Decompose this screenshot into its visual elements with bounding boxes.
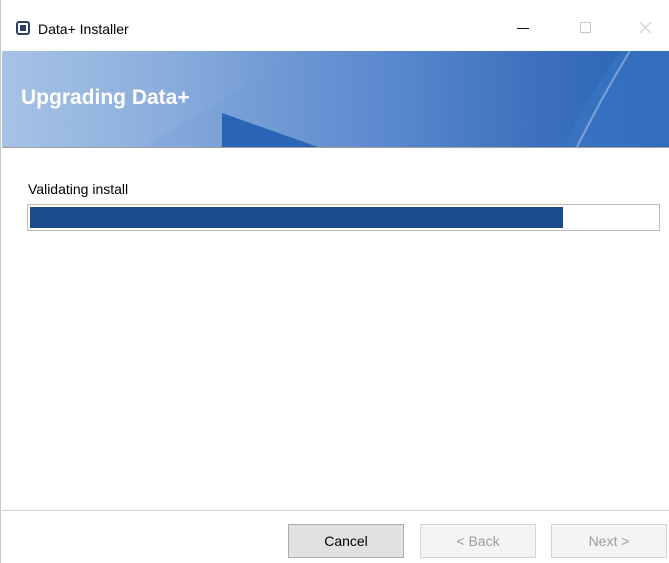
banner-heading: Upgrading Data+ xyxy=(21,86,190,109)
progress-bar xyxy=(27,204,660,231)
banner-divider xyxy=(2,147,669,148)
progress-bar-fill xyxy=(30,207,563,228)
maximize-button[interactable] xyxy=(564,12,610,42)
minimize-icon xyxy=(517,28,529,29)
footer-divider xyxy=(2,510,669,511)
cancel-button[interactable]: Cancel xyxy=(288,524,404,558)
progress-status-text: Validating install xyxy=(28,181,129,197)
title-bar[interactable]: Data+ Installer xyxy=(1,0,669,51)
close-button[interactable] xyxy=(623,12,669,42)
minimize-button[interactable] xyxy=(501,12,547,42)
back-button[interactable]: < Back xyxy=(420,524,536,558)
installer-window: Data+ Installer Upgrading Data+ Validati… xyxy=(0,0,669,563)
next-button[interactable]: Next > xyxy=(551,524,667,558)
close-icon xyxy=(639,21,652,34)
header-banner: Upgrading Data+ xyxy=(2,51,669,147)
installer-app-icon xyxy=(16,21,30,35)
window-title: Data+ Installer xyxy=(38,21,129,37)
maximize-icon xyxy=(580,22,591,33)
